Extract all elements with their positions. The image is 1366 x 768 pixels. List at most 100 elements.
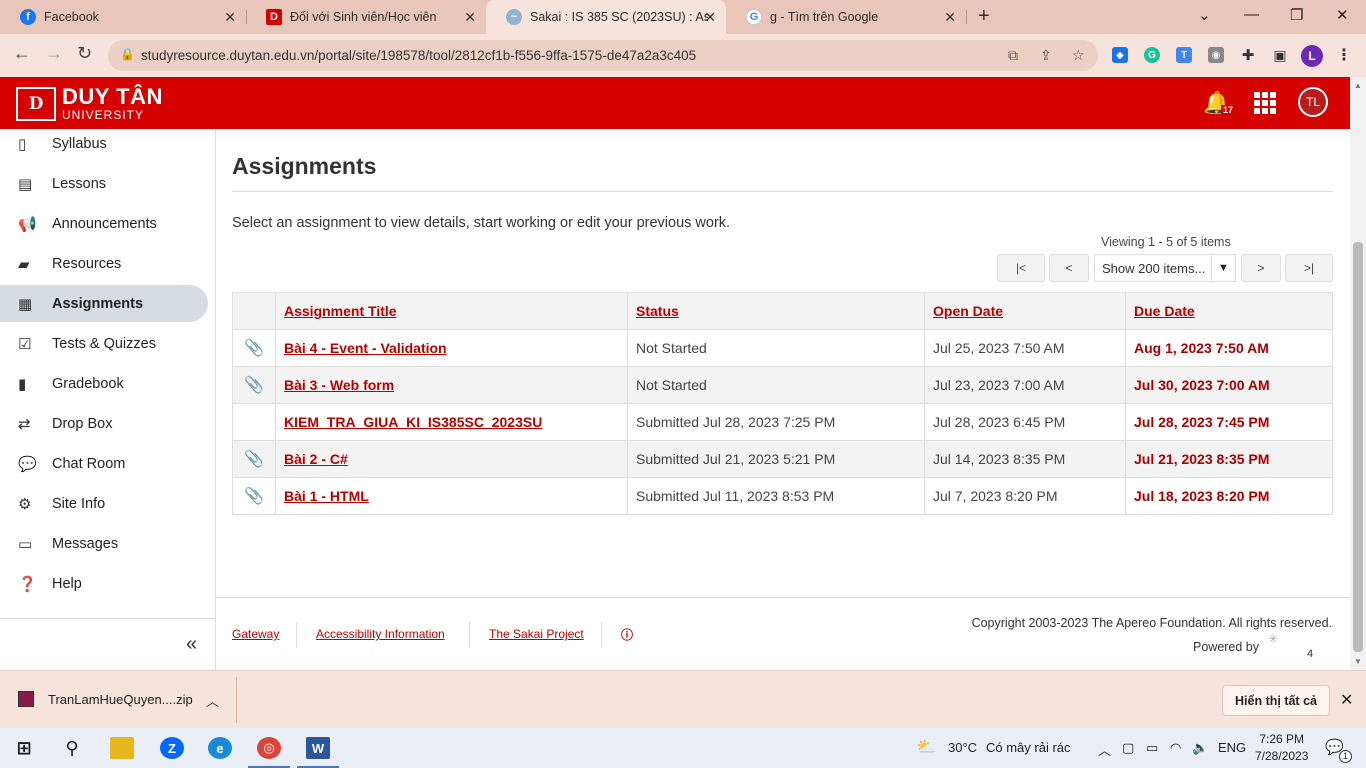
chevron-up-icon[interactable]: ︿ <box>1098 740 1111 759</box>
assignment-link[interactable]: Bài 3 - Web form <box>284 377 394 393</box>
system-clock[interactable]: 7:26 PM 7/28/2023 <box>1255 731 1308 765</box>
minimize-button[interactable]: — <box>1244 6 1259 23</box>
tab-google[interactable]: G g - Tìm trên Google ✕ <box>726 0 966 34</box>
page-scrollbar[interactable]: ▲ ▼ <box>1350 77 1366 670</box>
chrome-icon[interactable]: ◎ <box>257 737 281 759</box>
share-icon[interactable]: ⇪ <box>1040 47 1052 64</box>
sidebar-item-gradebook[interactable]: ▮ Gradebook <box>0 365 208 402</box>
assignment-link[interactable]: Bài 1 - HTML <box>284 488 369 504</box>
edge-icon[interactable]: e <box>208 737 232 759</box>
assignment-link[interactable]: Bài 4 - Event - Validation <box>284 340 447 356</box>
sidebar-item-site-info[interactable]: ⚙ Site Info <box>0 485 208 522</box>
table-row: 📎 Bài 1 - HTML Submitted Jul 11, 2023 8:… <box>232 477 1333 515</box>
translate-icon[interactable]: ⧉ <box>1008 47 1018 64</box>
footer-link-gateway[interactable]: Gateway <box>232 627 279 641</box>
assignment-link[interactable]: KIEM_TRA_GIUA_KI_IS385SC_2023SU <box>284 414 542 430</box>
clock-time: 7:26 PM <box>1259 732 1305 746</box>
chevron-up-icon[interactable]: ︿ <box>206 691 219 710</box>
sidebar-item-label: Messages <box>52 535 119 552</box>
show-all-downloads-button[interactable]: Hiển thị tất cả <box>1222 685 1330 716</box>
pager-prev-button[interactable]: < <box>1049 254 1089 282</box>
footer-link-sakai-project[interactable]: The Sakai Project <box>489 627 584 641</box>
camera-icon[interactable]: ◉ <box>1208 47 1224 63</box>
pager-first-button[interactable]: |< <box>997 254 1045 282</box>
search-icon[interactable]: ⚲ <box>60 737 84 759</box>
download-item[interactable]: TranLamHueQuyen....zip <box>18 691 193 707</box>
scroll-down-icon[interactable]: ▼ <box>1354 657 1362 666</box>
file-explorer-icon[interactable] <box>110 737 134 759</box>
weather-text[interactable]: Có mây rải rác <box>986 740 1071 755</box>
menu-icon[interactable]: ⋮ <box>1336 47 1352 64</box>
close-window-button[interactable]: ✕ <box>1336 6 1349 24</box>
speaker-icon[interactable]: 🔈 <box>1192 740 1208 756</box>
footer-link-accessibility[interactable]: Accessibility Information <box>316 627 445 641</box>
grammarly-icon[interactable]: G <box>1144 47 1160 63</box>
sidebar-item-help[interactable]: ❓ Help <box>0 565 208 602</box>
lock-icon[interactable]: 🔒 <box>120 47 135 61</box>
sidebar-item-chat-room[interactable]: 💬 Chat Room <box>0 445 208 482</box>
sidebar-item-drop-box[interactable]: ⇄ Drop Box <box>0 405 208 442</box>
due-date-cell: Jul 21, 2023 8:35 PM <box>1125 440 1333 478</box>
forward-icon[interactable]: → <box>45 43 63 64</box>
battery-icon[interactable]: ▭ <box>1146 740 1158 756</box>
sidebar-item-label: Tests & Quizzes <box>52 335 156 352</box>
close-icon[interactable]: ✕ <box>224 9 236 26</box>
extension-icon[interactable]: ◆ <box>1112 47 1128 63</box>
sidebar-item-announcements[interactable]: 📢 Announcements <box>0 205 208 242</box>
apps-grid-icon[interactable] <box>1254 92 1276 114</box>
sort-title-link[interactable]: Assignment Title <box>284 303 397 319</box>
tab-sakai[interactable]: ~ Sakai : IS 385 SC (2023SU) : Assig ✕ <box>486 0 726 34</box>
tab-duytan[interactable]: D Đối với Sinh viên/Học viên ✕ <box>246 0 486 34</box>
sidebar-item-syllabus[interactable]: ▯ Syllabus <box>0 125 208 162</box>
sidebar-item-label: Resources <box>52 255 122 272</box>
sidebar-item-assignments[interactable]: ▦ Assignments <box>0 285 208 322</box>
close-icon[interactable]: ✕ <box>704 9 716 26</box>
reload-icon[interactable]: ↻ <box>77 43 92 64</box>
tab-facebook[interactable]: f Facebook ✕ <box>0 0 246 34</box>
sort-due-date-link[interactable]: Due Date <box>1134 303 1195 319</box>
user-avatar[interactable]: TL <box>1298 87 1328 117</box>
page-size-select[interactable]: Show 200 items... ▼ <box>1094 254 1236 282</box>
sidebar-item-lessons[interactable]: ▤ Lessons <box>0 165 208 202</box>
collapse-sidebar-button[interactable]: « <box>186 633 197 656</box>
sidebar-item-tests-quizzes[interactable]: ☑ Tests & Quizzes <box>0 325 208 362</box>
column-header-title[interactable]: Assignment Title <box>275 292 628 330</box>
assignment-link[interactable]: Bài 2 - C# <box>284 451 348 467</box>
weather-temp[interactable]: 30°C <box>948 740 977 755</box>
translate-extension-icon[interactable]: T <box>1176 47 1192 63</box>
wifi-icon[interactable]: ◠ <box>1170 740 1181 756</box>
windows-start-icon[interactable]: ⊞ <box>12 737 36 759</box>
weather-icon[interactable]: ⛅ <box>916 737 936 757</box>
column-header-status[interactable]: Status <box>627 292 925 330</box>
scrollbar-thumb[interactable] <box>1353 242 1363 652</box>
profile-avatar[interactable]: L <box>1301 45 1323 67</box>
university-logo[interactable]: D DUY TÂN UNIVERSITY <box>16 86 163 121</box>
notifications-bell-icon[interactable]: 🔔 17 <box>1203 90 1236 116</box>
column-header-open-date[interactable]: Open Date <box>924 292 1126 330</box>
bookmark-star-icon[interactable]: ☆ <box>1072 47 1085 64</box>
scroll-up-icon[interactable]: ▲ <box>1354 81 1362 90</box>
sort-status-link[interactable]: Status <box>636 303 679 319</box>
sidebar-item-resources[interactable]: ▰ Resources <box>0 245 208 282</box>
close-icon[interactable]: ✕ <box>1340 690 1353 710</box>
language-indicator[interactable]: ENG <box>1218 740 1246 755</box>
close-icon[interactable]: ✕ <box>464 9 476 26</box>
word-icon[interactable]: W <box>306 737 330 759</box>
puzzle-icon[interactable]: ✚ <box>1240 47 1256 64</box>
back-icon[interactable]: ← <box>13 43 31 64</box>
pager-last-button[interactable]: >| <box>1285 254 1333 282</box>
info-icon[interactable]: ⓘ <box>621 626 633 643</box>
zalo-icon[interactable]: Z <box>160 737 184 759</box>
file-text-icon: ▦ <box>18 295 33 313</box>
sidepanel-icon[interactable]: ▣ <box>1272 47 1288 63</box>
restore-button[interactable]: ❐ <box>1290 6 1303 24</box>
sidebar-item-messages[interactable]: ▭ Messages <box>0 525 208 562</box>
column-header-due-date[interactable]: Due Date <box>1125 292 1333 330</box>
sort-open-date-link[interactable]: Open Date <box>933 303 1003 319</box>
new-tab-button[interactable]: + <box>978 5 990 28</box>
close-icon[interactable]: ✕ <box>944 9 956 26</box>
pager-next-button[interactable]: > <box>1241 254 1281 282</box>
meet-now-icon[interactable]: ▢ <box>1122 740 1134 756</box>
tab-search-icon[interactable]: ⌄ <box>1198 6 1211 24</box>
url-field[interactable]: 🔒 studyresource.duytan.edu.vn/portal/sit… <box>108 40 1098 71</box>
